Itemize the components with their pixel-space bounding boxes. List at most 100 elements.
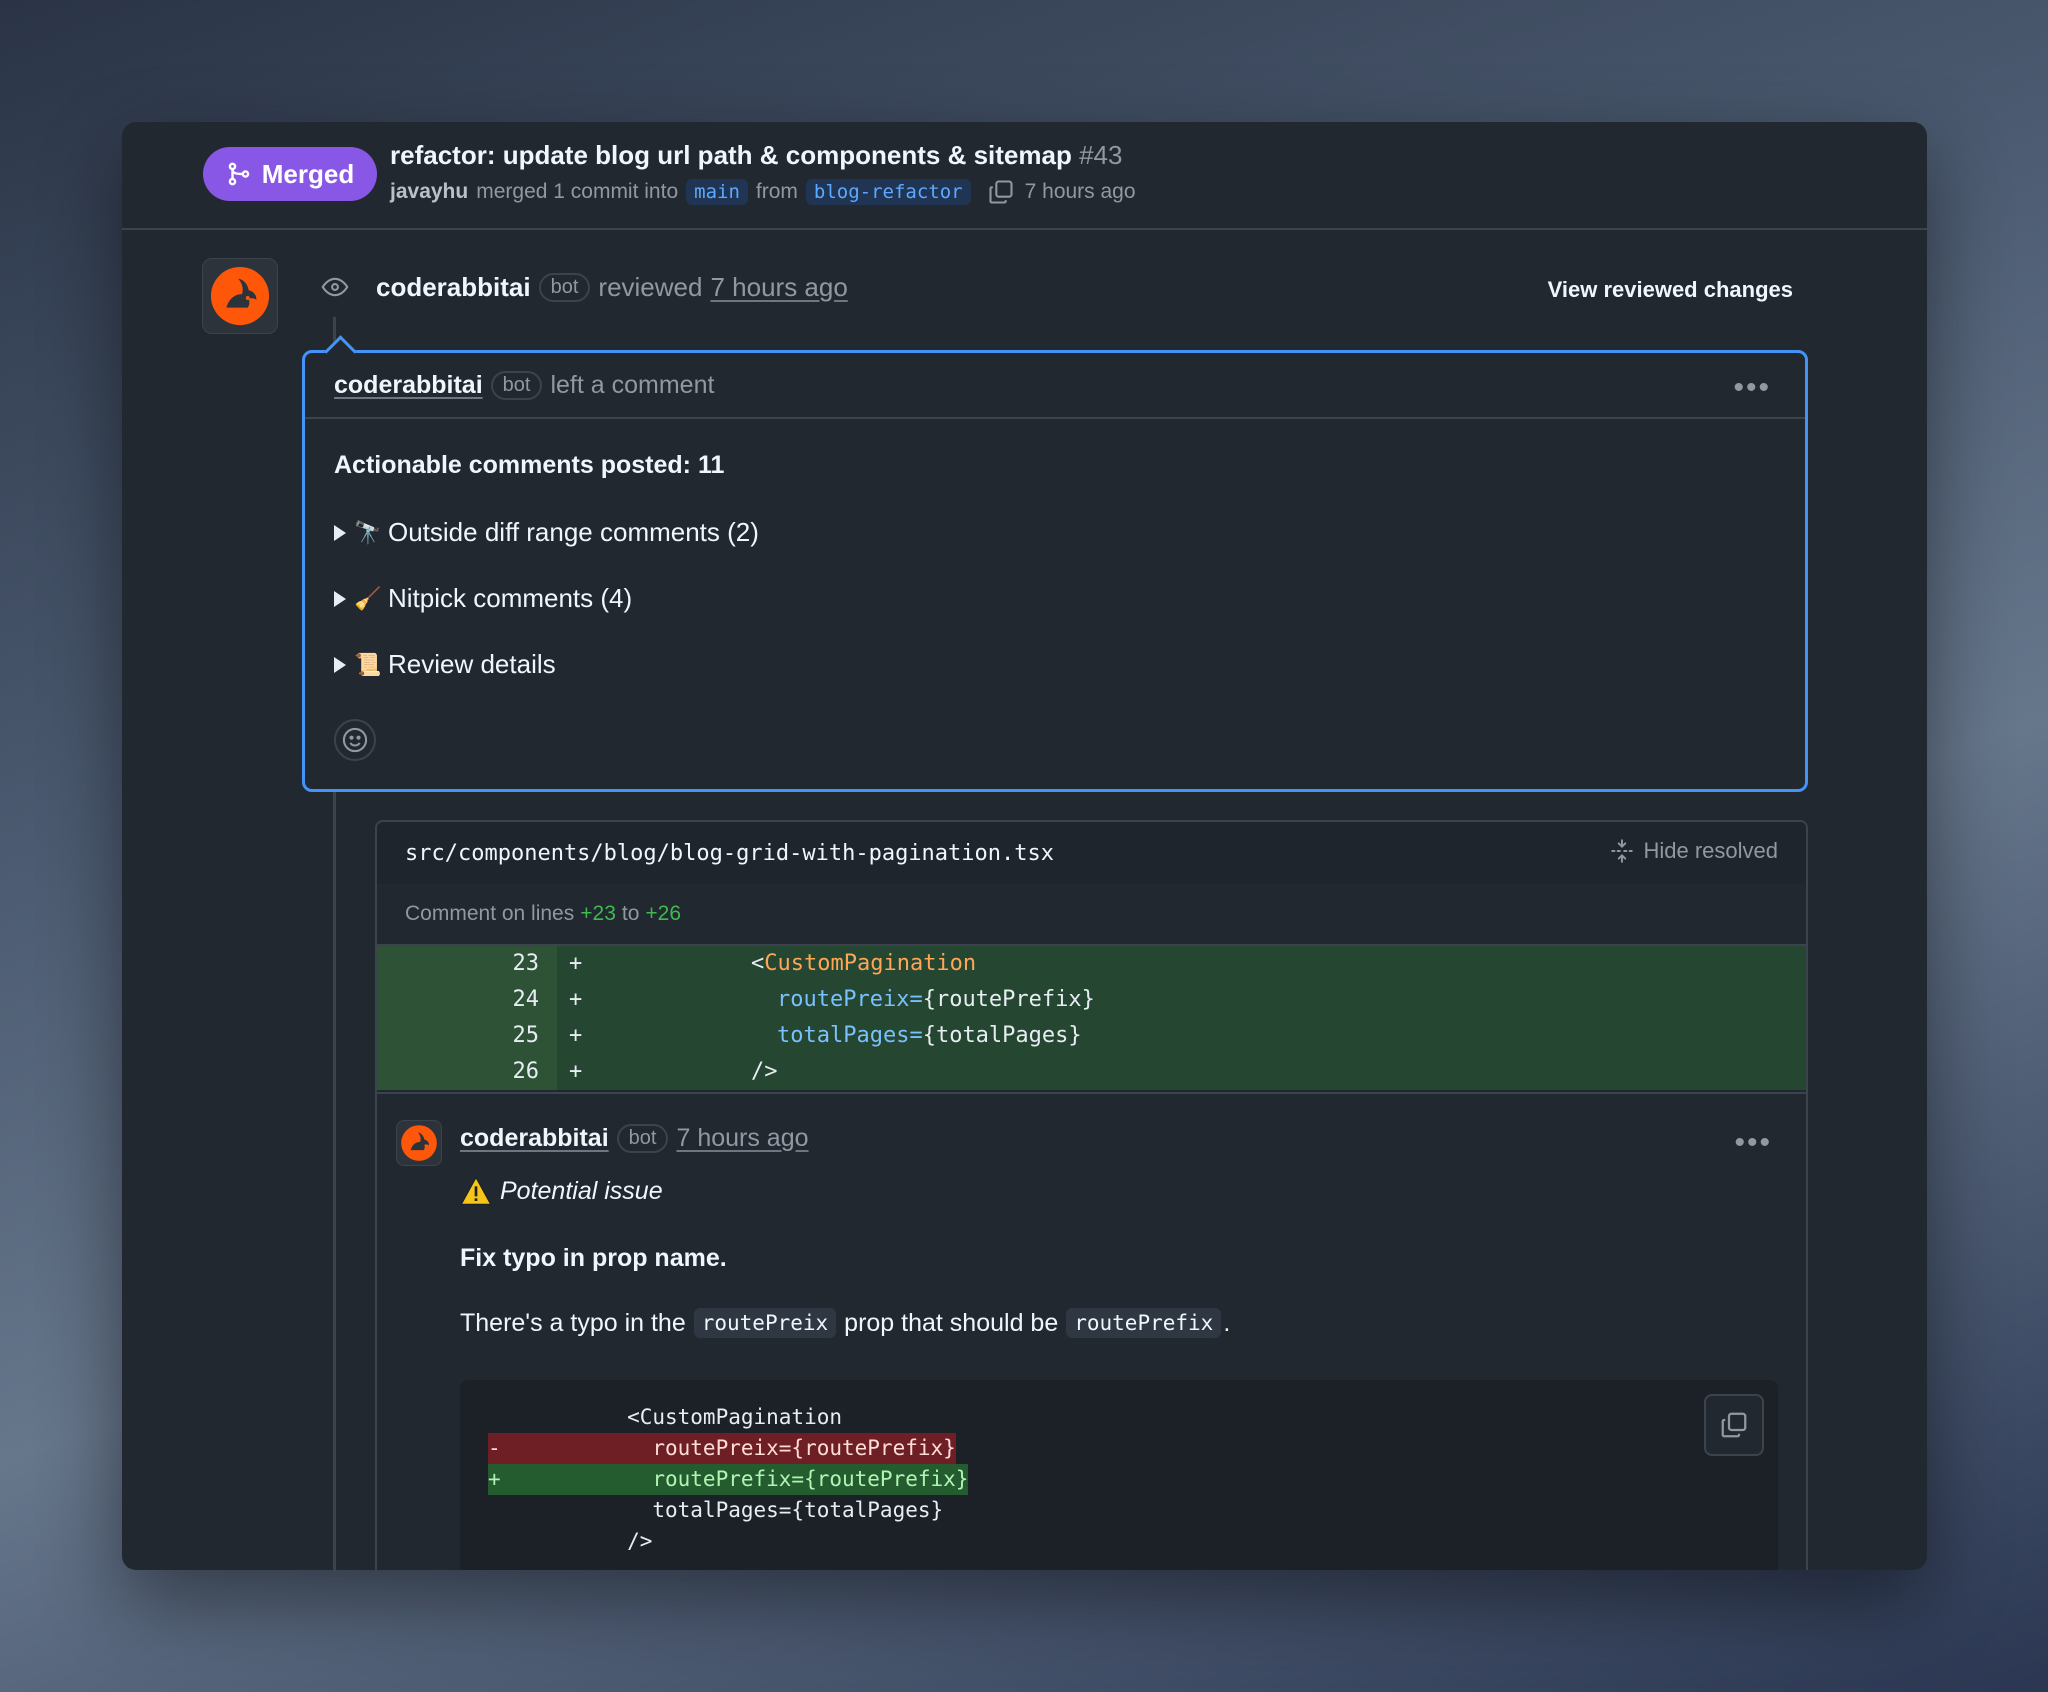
fix-title: Fix typo in prop name. <box>460 1244 727 1272</box>
suggestion-line: <CustomPagination <box>488 1405 843 1429</box>
bot-badge: bot <box>538 273 591 302</box>
diff-code: /> <box>751 1054 778 1090</box>
hide-resolved-label: Hide resolved <box>1643 838 1778 863</box>
line-end: +26 <box>645 902 682 925</box>
disclosure-triangle-icon <box>334 590 346 607</box>
view-reviewed-changes-button[interactable]: View reviewed changes <box>1548 277 1793 303</box>
thread-file-header: src/components/blog/blog-grid-with-pagin… <box>377 822 1806 884</box>
diff-code: totalPages={totalPages} <box>777 1018 1082 1054</box>
base-branch[interactable]: main <box>686 179 748 205</box>
diff-line: 25 + totalPages={totalPages} <box>377 1018 1806 1054</box>
suggestion-line: /> <box>488 1529 653 1553</box>
diff-code: routePreix={routePrefix} <box>777 982 1095 1018</box>
coderabbit-logo-icon <box>210 266 270 326</box>
details-label: Review details <box>388 649 556 679</box>
diff-sign: + <box>569 1059 583 1084</box>
thread-comment: coderabbitai bot 7 hours ago ••• Potenti… <box>377 1092 1806 1570</box>
typo-description: There's a typo in the routePreix prop th… <box>460 1308 1230 1338</box>
code-value: /> <box>751 1059 778 1084</box>
merged-badge: Merged <box>203 147 377 201</box>
pr-meta: javayhu merged 1 commit into main from b… <box>390 178 1136 206</box>
add-reaction-button[interactable] <box>334 719 376 761</box>
inline-code-wrong: routePreix <box>693 1308 837 1338</box>
more-options-icon[interactable]: ••• <box>1734 1128 1772 1158</box>
avatar[interactable] <box>396 1120 442 1166</box>
bot-badge: bot <box>490 370 543 400</box>
diff-hunk: 23 + <CustomPagination 24 + routePreix={… <box>377 946 1806 1090</box>
pr-time: 7 hours ago <box>1024 180 1136 203</box>
lines-to: to <box>621 902 640 925</box>
pr-number[interactable]: #43 <box>1079 140 1122 170</box>
pr-title: refactor: update blog url path & compone… <box>390 140 1122 171</box>
diff-code: <CustomPagination <box>751 946 976 982</box>
code-tag: CustomPagination <box>764 951 977 976</box>
pr-header: Merged refactor: update blog url path & … <box>122 122 1927 230</box>
telescope-icon: 🔭 <box>354 519 382 545</box>
comment-lines-info: Comment on lines +23 to +26 <box>377 884 1806 946</box>
details-outside-diff[interactable]: 🔭 Outside diff range comments (2) <box>334 517 759 548</box>
pr-window: Merged refactor: update blog url path & … <box>122 122 1927 1570</box>
warning-icon <box>460 1176 492 1205</box>
suggestion-line-added: + routePrefix={routePrefix} <box>488 1464 969 1495</box>
smiley-icon <box>342 727 368 753</box>
disclosure-triangle-icon <box>334 524 346 541</box>
bot-badge: bot <box>616 1124 669 1153</box>
review-event-badge <box>310 262 360 312</box>
code-attr: totalPages= <box>777 1023 923 1048</box>
review-comment-box: coderabbitai bot left a comment ••• Acti… <box>302 350 1808 792</box>
more-options-icon[interactable]: ••• <box>1733 373 1771 403</box>
review-thread: src/components/blog/blog-grid-with-pagin… <box>375 820 1808 1570</box>
details-label: Outside diff range comments (2) <box>388 517 759 547</box>
code-value: {totalPages} <box>922 1023 1082 1048</box>
details-review[interactable]: 📜 Review details <box>334 649 556 680</box>
lines-prefix: Comment on lines <box>405 902 575 925</box>
comment-time-link[interactable]: 7 hours ago <box>676 1124 808 1153</box>
potential-issue-label: Potential issue <box>460 1176 663 1206</box>
merged-label: Merged <box>261 158 355 189</box>
code-attr: routePreix= <box>777 987 923 1012</box>
head-branch[interactable]: blog-refactor <box>805 179 971 205</box>
line-number: 23 <box>377 946 557 982</box>
git-merge-icon <box>228 162 250 186</box>
line-number: 26 <box>377 1054 557 1090</box>
diff-sign: + <box>569 987 583 1012</box>
typo-pre: There's a typo in the <box>460 1308 686 1337</box>
fold-icon <box>1611 839 1634 863</box>
coderabbit-logo-icon <box>401 1125 437 1161</box>
typo-mid: prop that should be <box>844 1308 1059 1337</box>
details-label: Nitpick comments (4) <box>388 583 633 613</box>
inline-code-right: routePrefix <box>1066 1308 1222 1338</box>
review-event: coderabbitai bot reviewed 7 hours ago <box>376 272 848 303</box>
broom-icon: 🧹 <box>354 585 382 611</box>
from-text: from <box>755 180 798 203</box>
diff-line: 26 + /> <box>377 1054 1806 1090</box>
suggestion-line-deleted: - routePreix={routePrefix} <box>488 1433 956 1464</box>
avatar[interactable] <box>202 258 278 334</box>
merged-text: merged 1 commit into <box>476 180 679 203</box>
review-user[interactable]: coderabbitai <box>376 272 531 303</box>
issue-text: Potential issue <box>500 1176 663 1205</box>
disclosure-triangle-icon <box>334 656 346 673</box>
comment-user[interactable]: coderabbitai <box>460 1124 609 1153</box>
copy-icon[interactable] <box>987 178 1015 206</box>
code-value: {routePrefix} <box>922 987 1095 1012</box>
hide-resolved-button[interactable]: Hide resolved <box>1609 838 1778 864</box>
scroll-icon: 📜 <box>354 651 382 677</box>
file-path[interactable]: src/components/blog/blog-grid-with-pagin… <box>405 841 1054 866</box>
line-number: 25 <box>377 1018 557 1054</box>
review-comment-header: coderabbitai bot left a comment <box>305 353 1805 419</box>
suggested-change-block: <CustomPagination - routePreix={routePre… <box>460 1380 1778 1570</box>
diff-sign: + <box>569 1023 583 1048</box>
copy-button[interactable] <box>1704 1394 1764 1456</box>
review-time-link[interactable]: 7 hours ago <box>710 272 847 303</box>
details-nitpick[interactable]: 🧹 Nitpick comments (4) <box>334 583 632 614</box>
actionable-comments-title: Actionable comments posted: 11 <box>334 451 725 479</box>
typo-end: . <box>1223 1308 1231 1337</box>
diff-sign: + <box>569 951 583 976</box>
copy-icon <box>1721 1412 1747 1438</box>
comment-user[interactable]: coderabbitai <box>334 371 483 400</box>
eye-icon <box>321 277 349 297</box>
pr-title-text: refactor: update blog url path & compone… <box>390 140 1072 170</box>
code-punct: < <box>751 951 765 976</box>
pr-author[interactable]: javayhu <box>390 180 468 204</box>
